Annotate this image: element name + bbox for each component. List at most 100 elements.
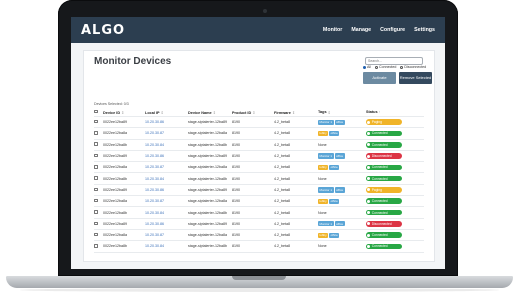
filter-all[interactable]: All xyxy=(363,65,371,69)
nav-monitor[interactable]: Monitor xyxy=(323,27,342,33)
local-ip-link[interactable]: 10.20.30.86 xyxy=(145,154,164,158)
row-checkbox[interactable] xyxy=(94,153,98,158)
table-row[interactable]: 0022ee12ba8a 10.20.30.87 stage-siptalerter… xyxy=(94,128,424,140)
tag-badge[interactable]: office xyxy=(334,119,345,125)
col-firmware[interactable]: Firmware ⇕ xyxy=(274,110,318,115)
local-ip-link[interactable]: 10.20.30.87 xyxy=(145,165,164,169)
product-id: 8190 xyxy=(232,120,240,125)
device-name: stage-siptalerter-12ba89 xyxy=(188,154,227,159)
page-title: Monitor Devices xyxy=(94,56,172,67)
status-text: Connected xyxy=(371,131,388,136)
status-dot-icon xyxy=(367,233,371,237)
table-row[interactable]: 0022ee12ba8b 10.20.30.84 stage-siptalerter… xyxy=(94,207,424,219)
tag-badge[interactable]: office xyxy=(334,153,345,159)
content-card: Monitor Devices Search... All Connected … xyxy=(83,50,435,262)
local-ip-link[interactable]: 10.20.30.87 xyxy=(145,233,164,237)
tag-badge[interactable]: office xyxy=(329,164,340,170)
device-id: 0022ee12ba89 xyxy=(103,187,127,192)
table-row[interactable]: 0022ee12ba89 10.20.30.86 stage-siptalerter… xyxy=(94,151,424,163)
table-row[interactable]: 0022ee12ba8b 10.20.30.84 stage-siptalerter… xyxy=(94,173,424,185)
col-device-name[interactable]: Device Name ⇕ xyxy=(188,110,232,115)
table-row[interactable]: 0022ee12ba8a 10.20.30.87 stage-siptalerter… xyxy=(94,230,424,242)
search-input[interactable]: Search... xyxy=(365,57,423,65)
local-ip-link[interactable]: 10.20.30.86 xyxy=(145,222,164,226)
device-name: stage-siptalerter-12ba89 xyxy=(188,120,227,125)
product-id: 8190 xyxy=(232,154,240,159)
tag-badge[interactable]: Monitor 1 xyxy=(318,187,334,193)
row-checkbox[interactable] xyxy=(94,244,98,248)
status-dot-icon xyxy=(367,131,371,135)
row-checkbox[interactable] xyxy=(94,198,98,203)
tag-badge[interactable]: lobby xyxy=(318,130,329,137)
activate-button[interactable]: Activate xyxy=(363,72,396,84)
tag-badge[interactable]: office xyxy=(329,232,340,238)
col-status[interactable]: Status ↑ xyxy=(366,110,410,114)
firmware: 4.2_beta8 xyxy=(274,131,290,136)
col-tags[interactable]: Tags ⇕ xyxy=(318,110,366,115)
row-checkbox[interactable] xyxy=(94,187,98,192)
status-text: Connected xyxy=(371,233,388,238)
status-text: Connected xyxy=(371,165,388,170)
row-checkbox[interactable] xyxy=(94,210,98,214)
row-checkbox[interactable] xyxy=(94,176,98,180)
status-badge: Disconnected xyxy=(366,153,402,159)
tag-badge[interactable]: lobby xyxy=(318,198,329,204)
table-row[interactable]: 0022ee12ba8a 10.20.30.87 stage-siptalerter… xyxy=(94,162,424,174)
nav-settings[interactable]: Settings xyxy=(414,27,435,33)
select-all-checkbox[interactable] xyxy=(94,109,98,114)
tag-badge[interactable]: office xyxy=(329,198,340,204)
firmware: 4.2_beta8 xyxy=(274,187,290,192)
local-ip-link[interactable]: 10.20.30.84 xyxy=(145,177,164,181)
row-checkbox[interactable] xyxy=(94,221,98,226)
local-ip-link[interactable]: 10.20.30.86 xyxy=(145,120,164,124)
tag-badge[interactable]: office xyxy=(334,187,345,193)
tag-badge[interactable]: Monitor 1 xyxy=(318,153,334,159)
sort-up-icon: ↑ xyxy=(378,110,381,114)
row-checkbox[interactable] xyxy=(94,232,98,237)
tag-badge[interactable]: lobby xyxy=(318,232,329,238)
table-row[interactable]: 0022ee12ba8a 10.20.30.87 stage-siptalerter… xyxy=(94,196,424,208)
filter-disconnected-label: Disconnected xyxy=(404,65,427,69)
local-ip-link[interactable]: 10.20.30.87 xyxy=(145,199,164,203)
tag-badge[interactable]: Monitor 1 xyxy=(318,221,334,227)
table-row[interactable]: 0022ee12ba89 10.20.30.86 stage-siptalerter… xyxy=(94,185,424,197)
status-text: Disconnected xyxy=(371,221,392,226)
tags: Monitor 1 office xyxy=(318,187,366,193)
tag-badge[interactable]: lobby xyxy=(318,164,329,170)
row-checkbox[interactable] xyxy=(94,142,98,146)
local-ip-link[interactable]: 10.20.30.86 xyxy=(145,188,164,192)
filter-connected[interactable]: Connected xyxy=(375,65,396,69)
local-ip-link[interactable]: 10.20.30.84 xyxy=(145,244,164,248)
device-name: stage-siptalerter-12ba8b xyxy=(188,176,227,181)
table-row[interactable]: 0022ee12ba89 10.20.30.86 stage-siptalerter… xyxy=(94,219,424,230)
sort-icon: ⇕ xyxy=(291,110,296,115)
device-name: stage-siptalerter-12ba8a xyxy=(188,165,227,170)
device-id: 0022ee12ba8a xyxy=(103,233,127,238)
col-product-id[interactable]: Product ID ⇕ xyxy=(232,110,274,115)
tag-badge[interactable]: office xyxy=(329,130,340,137)
local-ip-link[interactable]: 10.20.30.87 xyxy=(145,131,164,135)
row-checkbox[interactable] xyxy=(94,131,98,135)
local-ip-link[interactable]: 10.20.30.84 xyxy=(145,143,164,147)
col-device-id[interactable]: Device ID ⇕ xyxy=(103,110,145,115)
algo-logo: ALGO xyxy=(81,22,126,38)
tag-badge[interactable]: Monitor 1 xyxy=(318,119,334,125)
nav-configure[interactable]: Configure xyxy=(380,27,405,33)
remove-selected-button[interactable]: Remove Selected xyxy=(399,72,432,84)
row-checkbox[interactable] xyxy=(94,165,98,169)
filter-disconnected[interactable]: Disconnected xyxy=(400,65,426,69)
tag-none: None xyxy=(318,176,327,181)
tag-badge[interactable]: office xyxy=(334,221,345,227)
nav-manage[interactable]: Manage xyxy=(351,27,371,33)
webcam-icon xyxy=(263,9,267,13)
table-row[interactable]: 0022ee12ba8b 10.20.30.84 stage-siptalerter… xyxy=(94,140,424,151)
table-row[interactable]: 0022ee12ba8b 10.20.30.84 stage-siptalerter… xyxy=(94,241,424,253)
row-checkbox[interactable] xyxy=(94,119,98,124)
connection-filter: All Connected Disconnected xyxy=(363,65,426,69)
tags: lobby office xyxy=(318,130,366,137)
device-name: stage-siptalerter-12ba89 xyxy=(188,187,227,192)
table-row[interactable]: 0022ee12ba89 10.20.30.86 stage-siptalerter… xyxy=(94,117,424,129)
col-local-ip[interactable]: Local IP ⇕ xyxy=(145,110,188,115)
local-ip-link[interactable]: 10.20.30.84 xyxy=(145,211,164,215)
status-dot-icon xyxy=(367,199,371,203)
